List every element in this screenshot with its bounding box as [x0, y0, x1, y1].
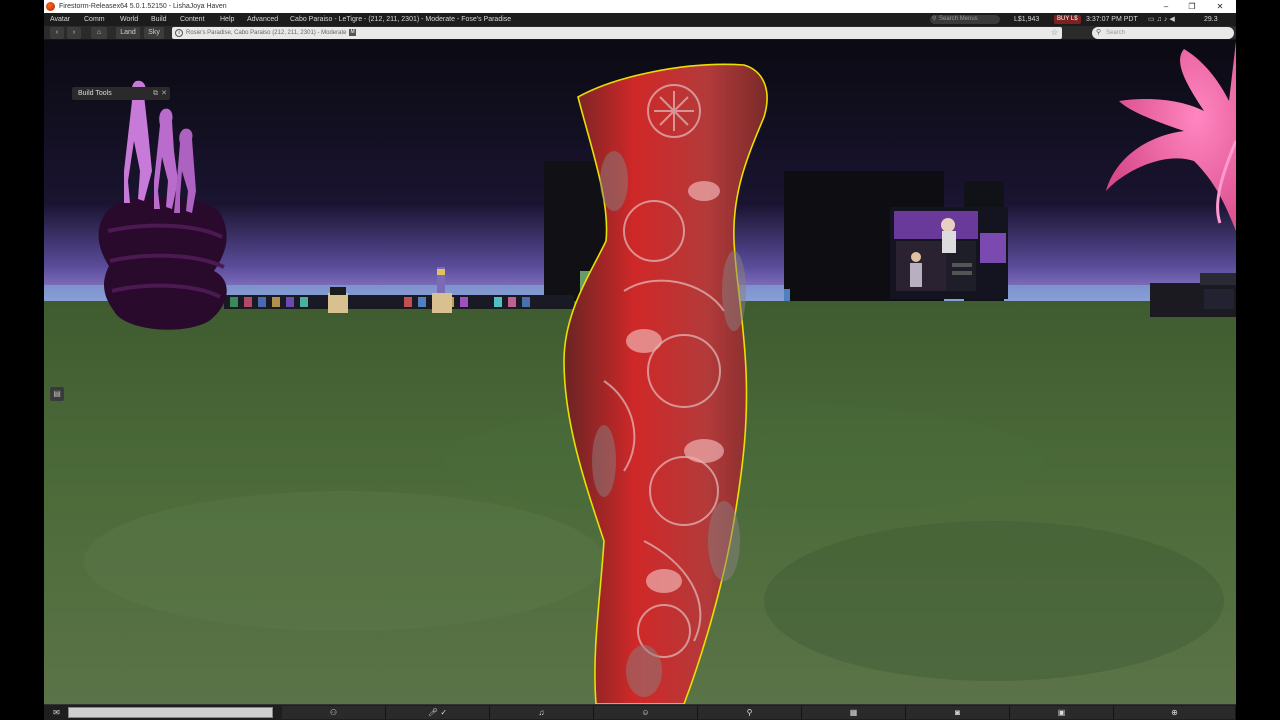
sidebar-toggle-button[interactable]: ▤ [50, 387, 64, 401]
menu-help[interactable]: Help [220, 13, 234, 26]
monitor-icon[interactable]: ▭ [1148, 16, 1157, 23]
fps-readout: 29.3 [1204, 16, 1218, 23]
land-button[interactable]: Land [116, 27, 140, 39]
music-icon[interactable]: ♫ [1157, 16, 1164, 23]
tear-off-icon[interactable]: ⧉ [153, 87, 158, 100]
info-icon[interactable]: i [175, 29, 183, 37]
volume-icon[interactable]: ◀ [1169, 16, 1176, 23]
3d-viewport[interactable]: Build Tools ⧉ ✕ ▤ [44, 41, 1236, 704]
close-window-button[interactable]: ✕ [1206, 0, 1234, 13]
nearby-chat-input[interactable] [68, 707, 273, 718]
speak-toggle-icon[interactable]: ✓ [440, 708, 447, 717]
people-button[interactable]: ⚇ [282, 706, 386, 719]
search-icon: ⚲ [1096, 29, 1102, 36]
location-text: Rosie's Paradise, Cabo Paraiso (212, 211… [186, 30, 347, 36]
search-button[interactable]: ⚲ [698, 706, 802, 719]
menu-world[interactable]: World [120, 13, 138, 26]
menu-comm[interactable]: Comm [84, 13, 105, 26]
minimize-button[interactable]: – [1152, 0, 1180, 13]
speak-button[interactable]: 🎤︎ ✓ [386, 706, 490, 719]
map-button[interactable]: ▦ [802, 706, 906, 719]
menu-build[interactable]: Build [151, 13, 167, 26]
camera-icon: ◙ [955, 708, 960, 717]
search-icon: ⚲ [746, 708, 753, 717]
balance-display: L$1,943 [1014, 16, 1040, 23]
back-button[interactable]: ‹ [50, 27, 64, 39]
home-button[interactable]: ⌂ [91, 27, 107, 39]
location-bar[interactable]: i Rosie's Paradise, Cabo Paraiso (212, 2… [172, 27, 1062, 39]
headset-icon: ♫ [538, 708, 545, 717]
build-tools-floater[interactable]: Build Tools ⧉ ✕ [72, 87, 170, 100]
sky-button[interactable]: Sky [144, 27, 164, 39]
world-icon: ⊕ [1171, 708, 1178, 717]
menu-avatar[interactable]: Avatar [50, 13, 70, 26]
home-icon: ⌂ [96, 29, 102, 36]
search-icon: ⚲ [932, 16, 937, 22]
forward-button[interactable]: › [67, 27, 81, 39]
menu-advanced[interactable]: Advanced [247, 13, 278, 26]
buy-currency-button[interactable]: BUY L$ [1054, 15, 1081, 24]
people-icon: ⚇ [329, 708, 338, 717]
region-info[interactable]: Cabo Paraiso - LeTigre - (212, 211, 2301… [290, 13, 511, 26]
microphone-icon: 🎤︎ [427, 708, 439, 717]
restore-button[interactable]: ❐ [1178, 0, 1206, 13]
camera-button[interactable]: ◙ [906, 706, 1010, 719]
sidebar-icon: ▤ [53, 389, 61, 398]
menu-content[interactable]: Content [180, 13, 205, 26]
status-icons: ▭♫♪◀ [1148, 13, 1177, 26]
search-field[interactable]: ⚲ Search [1092, 27, 1234, 39]
favorite-star-icon[interactable]: ☆ [1051, 27, 1058, 39]
chat-bubble-icon[interactable]: ✉ [49, 707, 64, 718]
build-tools-label: Build Tools [78, 90, 112, 97]
billboard-screen [890, 207, 1008, 299]
navigation-bar: ‹ › ⌂ Land Sky i Rosie's Paradise, Cabo … [44, 26, 1236, 40]
voice-button[interactable]: ♫ [490, 706, 594, 719]
menu-bar: Avatar Comm World Build Content Help Adv… [44, 13, 1236, 26]
search-menus-input[interactable]: ⚲ Search Menus [930, 15, 1000, 24]
map-icon: ▦ [849, 708, 858, 717]
avatar-icon: ☺ [641, 708, 650, 717]
maturity-badge: M [349, 28, 356, 36]
close-icon[interactable]: ✕ [161, 87, 167, 100]
scene-render [44, 41, 1236, 704]
search-placeholder: Search [1106, 30, 1126, 36]
world-button[interactable]: ⊕ [1114, 706, 1236, 719]
search-menus-placeholder: Search Menus [939, 16, 978, 22]
viewer-window: Firestorm-Releasex64 5.0.1.52150 - Lisha… [44, 0, 1236, 720]
title-bar: Firestorm-Releasex64 5.0.1.52150 - Lisha… [44, 0, 1236, 13]
bottom-toolbar: ✉ ⚇ 🎤︎ ✓ ♫ ☺ ⚲ ▦ ◙ ▣ ⊕ [44, 704, 1236, 720]
window-title: Firestorm-Releasex64 5.0.1.52150 - Lisha… [59, 3, 227, 10]
firestorm-logo-icon [46, 2, 55, 11]
avatar-button[interactable]: ☺ [594, 706, 698, 719]
inventory-icon: ▣ [1057, 708, 1066, 717]
inventory-button[interactable]: ▣ [1010, 706, 1114, 719]
clock: 3:37:07 PM PDT [1086, 16, 1138, 23]
